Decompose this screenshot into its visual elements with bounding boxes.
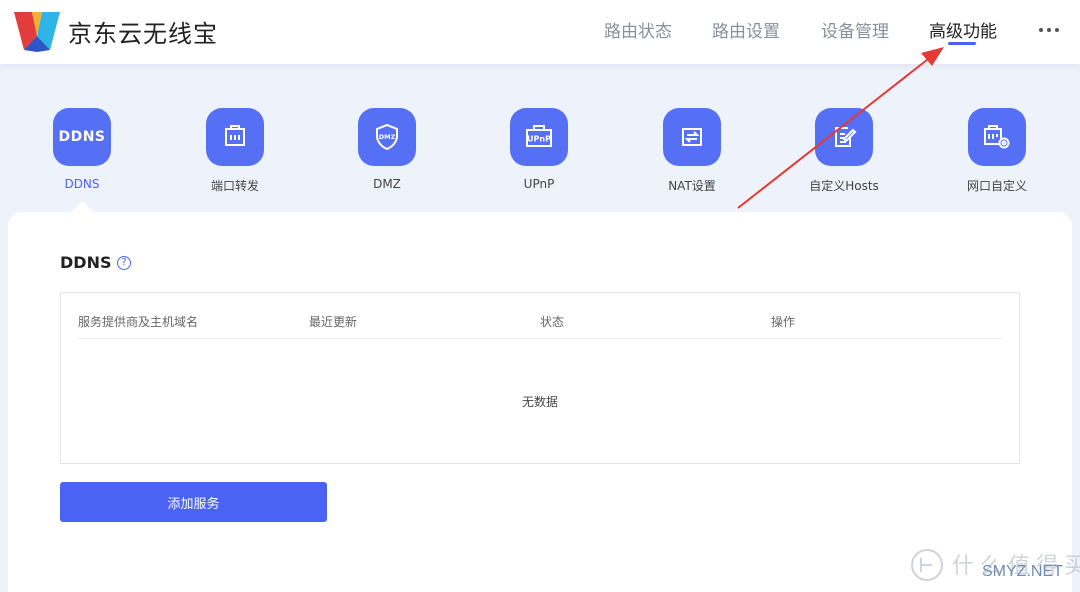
tab-label: 自定义Hosts [809, 179, 879, 193]
tab-upnp[interactable]: UPnP UPnP [479, 108, 599, 198]
section-title: DDNS [60, 253, 112, 272]
svg-text:UPnP: UPnP [527, 135, 551, 144]
nat-exchange-icon [663, 108, 721, 166]
column-header: 服务提供商及主机域名 [78, 315, 199, 329]
top-header: 京东云无线宝 路由状态 路由设置 设备管理 高级功能 [0, 0, 1080, 64]
svg-text:DMZ: DMZ [379, 133, 396, 141]
port-settings-gear-icon [968, 108, 1026, 166]
column-header: 操作 [771, 315, 796, 329]
tab-nat-settings[interactable]: NAT设置 [632, 108, 752, 198]
active-tab-pointer [71, 201, 93, 212]
ethernet-port-icon [206, 108, 264, 166]
edit-document-icon [815, 108, 873, 166]
upnp-icon: UPnP [510, 108, 568, 166]
add-service-button[interactable]: 添加服务 [60, 482, 327, 522]
column-header: 最近更新 [309, 315, 358, 329]
tab-label: DDNS [64, 177, 100, 191]
brand-name: 京东云无线宝 [68, 20, 218, 48]
tab-ddns[interactable]: DDNS DDNS [22, 108, 142, 198]
jdcloud-logo-icon [14, 12, 60, 52]
tab-dmz[interactable]: DMZ DMZ [327, 108, 447, 198]
dmz-shield-icon: DMZ [358, 108, 416, 166]
tab-label: 端口转发 [210, 179, 259, 193]
tab-port-forwarding[interactable]: 端口转发 [175, 108, 295, 198]
tab-custom-hosts[interactable]: 自定义Hosts [784, 108, 904, 198]
ddns-table: 服务提供商及主机域名 最近更新 状态 操作 无数据 [60, 292, 1020, 464]
nav-router-status[interactable]: 路由状态 [604, 17, 672, 42]
tab-label: 网口自定义 [966, 179, 1027, 193]
tab-label: NAT设置 [668, 179, 716, 193]
nav-device-management[interactable]: 设备管理 [821, 17, 889, 42]
tab-port-custom[interactable]: 网口自定义 [937, 108, 1057, 198]
watermark-logo-icon [911, 549, 943, 581]
empty-state-text: 无数据 [521, 395, 558, 409]
nav-active-indicator [948, 42, 976, 45]
nav-advanced-features[interactable]: 高级功能 [929, 17, 997, 42]
column-header: 状态 [540, 315, 565, 329]
tab-label: DMZ [373, 177, 401, 191]
header-divider [78, 338, 1002, 339]
ddns-icon: DDNS [53, 108, 111, 166]
nav-router-settings[interactable]: 路由设置 [712, 17, 780, 42]
tab-label: UPnP [523, 177, 555, 191]
help-question-icon[interactable]: ? [117, 256, 131, 270]
more-options-icon[interactable] [1039, 26, 1059, 34]
watermark-site: SMYZ.NET [982, 563, 1063, 580]
